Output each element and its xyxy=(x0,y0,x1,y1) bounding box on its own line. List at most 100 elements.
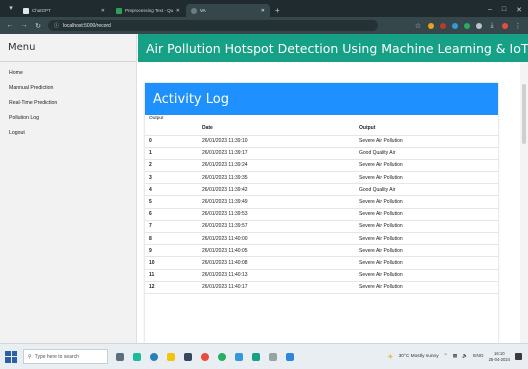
back-arrow-icon[interactable]: ← xyxy=(6,22,14,29)
row-index: 10 xyxy=(145,256,202,270)
mail-icon[interactable] xyxy=(235,352,243,361)
row-index: 12 xyxy=(145,281,202,294)
downloads-icon[interactable]: ⤓ xyxy=(488,22,496,30)
app-icon[interactable] xyxy=(269,352,277,361)
sidebar: Menu Home Mannual Prediction Real-Time P… xyxy=(0,34,137,343)
table-row: 12 26/01/2023 11:40:17 Severe Air Pollutio… xyxy=(145,281,498,294)
task-view-icon[interactable] xyxy=(116,352,124,361)
extension-icon[interactable] xyxy=(464,22,470,29)
table-row: 1 26/01/2023 11:39:17 Good Quality Air xyxy=(145,147,498,160)
row-output: Severe Air Pollution xyxy=(359,232,498,246)
row-date: 26/01/2023 11:40:13 xyxy=(202,269,359,282)
new-tab-icon[interactable]: + xyxy=(275,6,280,15)
file-explorer-icon[interactable] xyxy=(167,352,175,361)
chrome-browser-icon[interactable] xyxy=(218,352,226,361)
row-output: Severe Air Pollution xyxy=(359,220,498,234)
site-info-icon[interactable]: ⓘ xyxy=(54,22,59,29)
browser-tab-strip: ▾ ChatGPT ✕ Preprocessing Text - QuillBo… xyxy=(0,0,528,17)
sidebar-item-logout[interactable]: Logout xyxy=(0,128,136,143)
row-output: Severe Air Pollution xyxy=(359,208,498,221)
extension-icon[interactable] xyxy=(428,22,434,29)
tab-title: Preprocessing Text - QuillBot AI xyxy=(125,8,173,13)
extension-icon[interactable] xyxy=(440,22,446,29)
taskbar-clock[interactable]: 16:10 25-04-2024 xyxy=(489,351,510,363)
table-row: 3 26/01/2023 11:39:35 Severe Air Pollution xyxy=(145,171,498,185)
activity-log-header: Activity Log xyxy=(145,83,498,115)
extension-icons: ☆ ⤓ ⋮ xyxy=(414,22,522,30)
weather-sun-icon[interactable]: ☀ xyxy=(387,353,393,361)
vscode-icon[interactable] xyxy=(286,352,294,361)
table-row: 0 26/01/2023 11:39:10 Severe Air Pollution xyxy=(145,135,498,148)
table-row: 7 26/01/2023 11:39:57 Severe Air Pollution xyxy=(145,220,498,234)
language-indicator[interactable]: ENG xyxy=(473,354,483,359)
tab-title: ChatGPT xyxy=(32,8,51,13)
tab-close-icon[interactable]: ✕ xyxy=(176,8,180,14)
row-date: 26/01/2023 11:40:00 xyxy=(202,232,359,246)
close-window-icon[interactable]: ✕ xyxy=(516,6,522,14)
sidebar-item-real-time-prediction[interactable]: Real-Time Prediction xyxy=(0,98,136,113)
tray-chevron-icon[interactable]: ⌃ xyxy=(444,354,448,359)
system-tray: ☀ 30°C Mostly sunny ⌃ ▩ 🔈 ENG 16:10 25-0… xyxy=(387,351,528,363)
quillbot-favicon-icon xyxy=(116,7,122,14)
activity-log-title: Activity Log xyxy=(153,91,229,107)
activity-log-table: Date Output 0 26/01/2023 11:39:10 Severe A… xyxy=(145,122,498,294)
scrollbar-thumb[interactable] xyxy=(522,84,526,144)
maximize-icon[interactable]: □ xyxy=(502,6,506,14)
extension-icon[interactable] xyxy=(452,22,458,29)
table-row: 4 26/01/2023 11:39:42 Good Quality Air xyxy=(145,183,498,197)
column-header-output: Output xyxy=(359,122,498,136)
table-row: 6 26/01/2023 11:39:53 Severe Air Pollution xyxy=(145,208,498,221)
browser-tab-quillbot[interactable]: Preprocessing Text - QuillBot AI ✕ xyxy=(111,4,185,17)
row-date: 26/01/2023 11:39:17 xyxy=(202,147,359,160)
volume-icon[interactable]: 🔈 xyxy=(462,354,468,359)
row-output: Severe Air Pollution xyxy=(359,269,498,282)
row-index: 1 xyxy=(145,147,202,160)
row-index: 8 xyxy=(145,232,202,246)
row-date: 26/01/2023 11:39:35 xyxy=(202,171,359,185)
row-output: Severe Air Pollution xyxy=(359,159,498,173)
row-index: 0 xyxy=(145,135,202,148)
address-bar[interactable]: ⓘ localhost:5000/record xyxy=(48,20,378,31)
main-content: Activity Log Output Date Output 0 26/01/2… xyxy=(138,62,528,343)
browser-tab-active[interactable]: VA ✕ xyxy=(186,4,270,17)
row-output: Good Quality Air xyxy=(359,183,498,197)
reload-icon[interactable]: ↻ xyxy=(34,22,42,30)
widgets-icon[interactable] xyxy=(133,352,141,361)
browser-tab-chatgpt[interactable]: ChatGPT ✕ xyxy=(18,4,110,17)
clock-date: 25-04-2024 xyxy=(488,356,510,362)
table-body: 0 26/01/2023 11:39:10 Severe Air Pollution… xyxy=(145,135,498,294)
sidebar-item-manual-prediction[interactable]: Mannual Prediction xyxy=(0,83,136,98)
edge-browser-icon[interactable] xyxy=(150,352,158,361)
sidebar-item-home[interactable]: Home xyxy=(0,68,136,83)
network-icon[interactable]: ▩ xyxy=(453,354,458,359)
row-date: 26/01/2023 11:39:42 xyxy=(202,183,359,197)
table-header-row: Date Output xyxy=(145,122,498,136)
windows-start-icon[interactable] xyxy=(5,350,17,363)
extension-icon[interactable] xyxy=(476,22,482,29)
forward-arrow-icon[interactable]: → xyxy=(20,22,28,29)
notification-icon[interactable] xyxy=(515,353,522,360)
bookmark-star-icon[interactable]: ☆ xyxy=(414,22,422,30)
vivaldi-browser-icon[interactable] xyxy=(201,352,209,361)
windows-taskbar: ⚲ Type here to search ☀ 30°C Mostly sunn… xyxy=(0,343,528,369)
table-row: 5 26/01/2023 11:39:49 Severe Air Pollution xyxy=(145,195,498,209)
store-icon[interactable] xyxy=(184,352,192,361)
taskbar-search-input[interactable]: ⚲ Type here to search xyxy=(23,349,108,364)
tab-close-icon[interactable]: ✕ xyxy=(101,8,105,14)
app-icon[interactable] xyxy=(252,352,260,361)
row-index: 11 xyxy=(145,269,202,282)
page-scrollbar[interactable] xyxy=(520,62,528,343)
row-output: Severe Air Pollution xyxy=(359,135,498,148)
column-header-index xyxy=(145,122,202,136)
profile-avatar-icon[interactable] xyxy=(502,22,508,29)
row-date: 26/01/2023 11:39:10 xyxy=(202,135,359,148)
sidebar-item-pollution-log[interactable]: Pollution Log xyxy=(0,113,136,128)
tab-close-icon[interactable]: ✕ xyxy=(261,8,265,14)
column-header-date: Date xyxy=(202,122,359,136)
minimize-icon[interactable]: – xyxy=(488,6,492,14)
weather-text[interactable]: 30°C Mostly sunny xyxy=(399,354,439,359)
browser-menu-dots-icon[interactable]: ⋮ xyxy=(514,22,522,30)
browser-menu-icon[interactable]: ▾ xyxy=(4,1,18,15)
page-header: Air Pollution Hotspot Detection Using Ma… xyxy=(138,34,528,62)
row-index: 4 xyxy=(145,183,202,197)
